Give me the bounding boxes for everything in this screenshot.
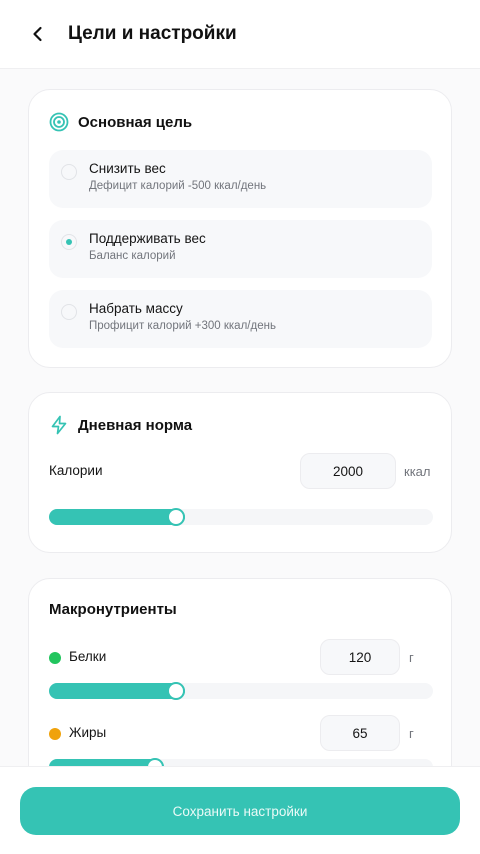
fat-unit: г [409,726,414,741]
daily-norm-header: Дневная норма [49,415,192,435]
goal-option-gain-mass[interactable]: Набрать массу Профицит калорий +300 ккал… [49,290,432,348]
goal-option-maintain-weight[interactable]: Поддерживать вес Баланс калорий [49,220,432,278]
calories-slider[interactable] [49,508,433,526]
goal-option-radio-selected[interactable] [61,234,77,250]
protein-slider-thumb[interactable] [167,682,185,700]
goal-option-title: Снизить вес [89,161,166,176]
target-icon [49,112,69,132]
content-scroll[interactable]: Основная цель Снизить вес Дефицит калори… [0,69,480,766]
goal-card: Основная цель Снизить вес Дефицит калори… [28,89,452,368]
calories-unit: ккал [404,464,431,479]
page-title: Цели и настройки [68,23,237,44]
calories-slider-fill [49,509,185,525]
protein-input[interactable]: 120 [320,639,400,675]
goal-option-subtitle: Дефицит калорий -500 ккал/день [89,180,267,192]
goal-option-title: Набрать массу [89,301,183,316]
goal-option-subtitle: Профицит калорий +300 ккал/день [89,320,276,332]
chevron-left-icon [33,26,42,42]
macros-title: Макронутриенты [49,601,177,618]
lightning-icon [49,415,69,435]
goal-option-subtitle: Баланс калорий [89,250,176,262]
calories-label: Калории [49,463,103,478]
protein-slider-fill [49,683,185,699]
fat-slider-thumb[interactable] [146,758,164,766]
calories-slider-thumb[interactable] [167,508,185,526]
protein-label: Белки [69,649,107,664]
daily-norm-title: Дневная норма [78,416,193,434]
save-settings-button[interactable]: Сохранить настройки [20,787,460,835]
fat-input[interactable]: 65 [320,715,400,751]
goal-card-header: Основная цель [49,112,192,132]
footer-bar: Сохранить настройки [0,766,480,854]
goal-option-lose-weight[interactable]: Снизить вес Дефицит калорий -500 ккал/де… [49,150,432,208]
fat-label: Жиры [69,725,107,740]
calories-input[interactable]: 2000 [300,453,396,489]
app-header: Цели и настройки [0,0,480,69]
daily-norm-card: Дневная норма Калории 2000 ккал [28,392,452,553]
goal-option-title: Поддерживать вес [89,231,206,246]
goal-option-radio[interactable] [61,164,77,180]
protein-unit: г [409,650,414,665]
goal-option-radio[interactable] [61,304,77,320]
macros-card: Макронутриенты Белки 120 г Жиры 65 г [28,578,452,766]
protein-slider[interactable] [49,682,433,700]
back-button[interactable] [26,22,50,46]
fat-color-dot [49,728,61,740]
fat-slider[interactable] [49,758,433,766]
protein-color-dot [49,652,61,664]
goal-card-title: Основная цель [78,113,193,131]
